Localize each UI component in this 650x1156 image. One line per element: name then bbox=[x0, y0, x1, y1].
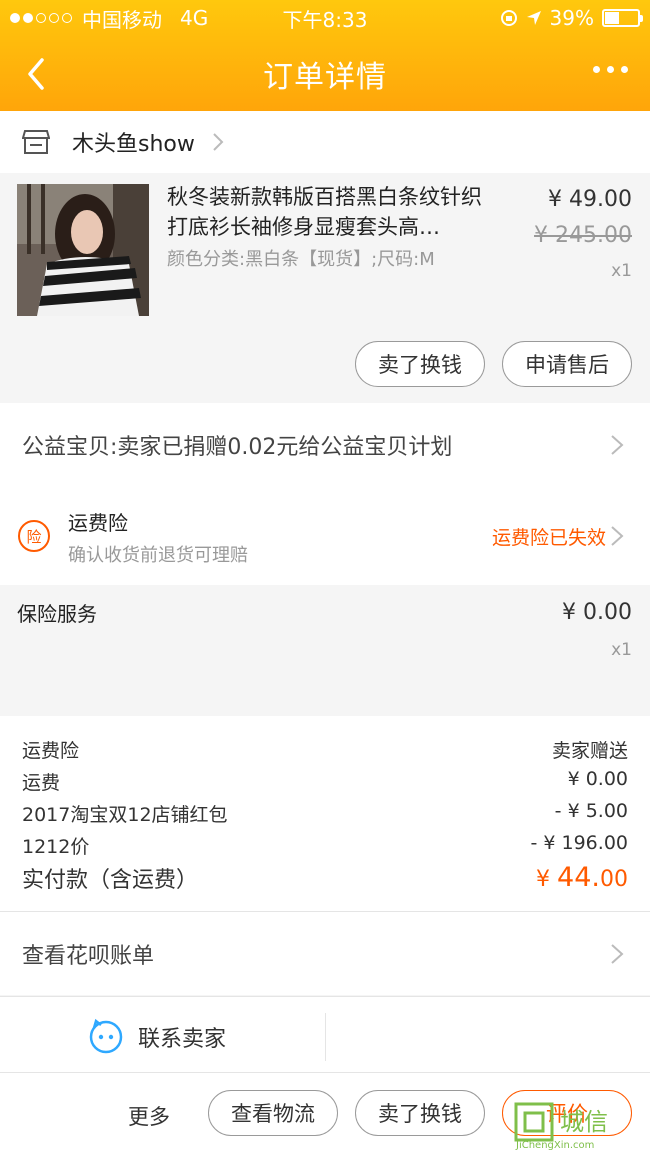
divider bbox=[325, 1013, 326, 1061]
orientation-lock-icon bbox=[500, 10, 517, 26]
contact-bar: 联系卖家 bbox=[0, 996, 650, 1072]
service-price: ¥ 0.00 bbox=[562, 600, 632, 625]
shipping-insurance-row[interactable]: 险 运费险 确认收货前退货可理赔 运费险已失效 bbox=[0, 487, 650, 585]
shop-row[interactable]: 木头鱼show bbox=[0, 111, 650, 173]
payment-summary: 运费险 卖家赠送 运费 ¥ 0.00 2017淘宝双12店铺红包 - ¥ 5.0… bbox=[0, 716, 650, 911]
header: 中国移动 4G 下午8:33 39% 订单详情 bbox=[0, 0, 650, 111]
product-sku: 颜色分类:黑白条【现货】;尺码:M bbox=[167, 249, 435, 270]
watermark: 城信 JiChengXin.com bbox=[512, 1100, 642, 1156]
clock: 下午8:33 bbox=[282, 7, 368, 32]
carrier: 中国移动 bbox=[82, 7, 162, 32]
chevron-right-icon bbox=[611, 526, 624, 546]
more-menu-icon[interactable] bbox=[593, 66, 628, 73]
total-integer: 44. bbox=[557, 862, 600, 893]
total-currency: ¥ bbox=[536, 867, 551, 892]
summary-row: 运费 ¥ 0.00 bbox=[22, 768, 628, 795]
product-original-price: ¥ 245.00 bbox=[534, 223, 632, 248]
summary-value: - ¥ 5.00 bbox=[554, 800, 628, 822]
chevron-right-icon bbox=[213, 133, 224, 151]
view-logistics-button[interactable]: 查看物流 bbox=[208, 1090, 338, 1136]
summary-row: 1212价 - ¥ 196.00 bbox=[22, 832, 628, 859]
product-quantity: x1 bbox=[611, 261, 632, 281]
summary-row: 运费险 卖家赠送 bbox=[22, 736, 628, 763]
signal-icon bbox=[10, 13, 72, 23]
chat-icon bbox=[89, 1018, 123, 1054]
summary-label: 2017淘宝双12店铺红包 bbox=[22, 804, 228, 826]
insurance-subtitle: 确认收货前退货可理赔 bbox=[68, 545, 248, 566]
resell-button[interactable]: 卖了换钱 bbox=[355, 1090, 485, 1136]
shop-icon bbox=[22, 130, 50, 154]
total-decimal: 00 bbox=[600, 867, 628, 892]
order-detail-page: 中国移动 4G 下午8:33 39% 订单详情 木头鱼show 秋冬装新款韩版百… bbox=[0, 0, 650, 1156]
summary-label: 运费险 bbox=[22, 740, 80, 762]
product-title[interactable]: 秋冬装新款韩版百搭黑白条纹针织打底衫长袖修身显瘦套头高… bbox=[167, 182, 497, 242]
chevron-right-icon bbox=[611, 944, 624, 964]
network-type: 4G bbox=[180, 6, 209, 30]
insurance-service-item: 保险服务 ¥ 0.00 x1 bbox=[0, 586, 650, 716]
battery-percent: 39% bbox=[549, 6, 594, 30]
after-sales-button[interactable]: 申请售后 bbox=[502, 341, 632, 387]
service-quantity: x1 bbox=[611, 640, 632, 660]
summary-value: - ¥ 196.00 bbox=[530, 832, 628, 854]
nav-bar: 订单详情 bbox=[0, 46, 650, 102]
watermark-subtext: JiChengXin.com bbox=[516, 1140, 595, 1151]
total-row: 实付款（含运费） ¥ 44.00 bbox=[22, 862, 628, 894]
summary-value: ¥ 0.00 bbox=[567, 768, 628, 790]
watermark-logo-icon bbox=[514, 1102, 554, 1142]
more-button[interactable]: 更多 bbox=[128, 1101, 170, 1131]
chevron-right-icon bbox=[611, 435, 624, 455]
back-icon[interactable] bbox=[18, 54, 58, 94]
summary-label: 1212价 bbox=[22, 836, 90, 858]
insurance-status: 运费险已失效 bbox=[491, 527, 606, 549]
huabei-label: 查看花呗账单 bbox=[22, 943, 155, 969]
page-title: 订单详情 bbox=[263, 60, 387, 95]
insurance-title: 运费险 bbox=[68, 511, 128, 535]
summary-row: 2017淘宝双12店铺红包 - ¥ 5.00 bbox=[22, 800, 628, 827]
huabei-bill-row[interactable]: 查看花呗账单 bbox=[0, 911, 650, 995]
product-price: ¥ 49.00 bbox=[548, 187, 632, 212]
product-item[interactable]: 秋冬装新款韩版百搭黑白条纹针织打底衫长袖修身显瘦套头高… 颜色分类:黑白条【现货… bbox=[0, 173, 650, 403]
location-icon bbox=[526, 11, 541, 25]
resell-button[interactable]: 卖了换钱 bbox=[355, 341, 485, 387]
battery-icon bbox=[602, 9, 643, 27]
summary-value: 卖家赠送 bbox=[551, 740, 628, 762]
service-title: 保险服务 bbox=[17, 602, 97, 626]
summary-label: 运费 bbox=[22, 772, 61, 794]
insurance-icon: 险 bbox=[18, 520, 50, 552]
contact-seller-button[interactable]: 联系卖家 bbox=[138, 1021, 226, 1053]
charity-text: 公益宝贝:卖家已捐赠0.02元给公益宝贝计划 bbox=[22, 435, 453, 460]
watermark-text: 城信 bbox=[560, 1108, 608, 1136]
product-thumbnail[interactable] bbox=[17, 184, 149, 316]
shop-name: 木头鱼show bbox=[72, 132, 195, 157]
total-label: 实付款（含运费） bbox=[22, 868, 199, 893]
charity-row[interactable]: 公益宝贝:卖家已捐赠0.02元给公益宝贝计划 bbox=[0, 403, 650, 487]
total-amount: ¥ 44.00 bbox=[536, 862, 628, 894]
status-bar: 中国移动 4G 下午8:33 39% bbox=[10, 6, 643, 32]
